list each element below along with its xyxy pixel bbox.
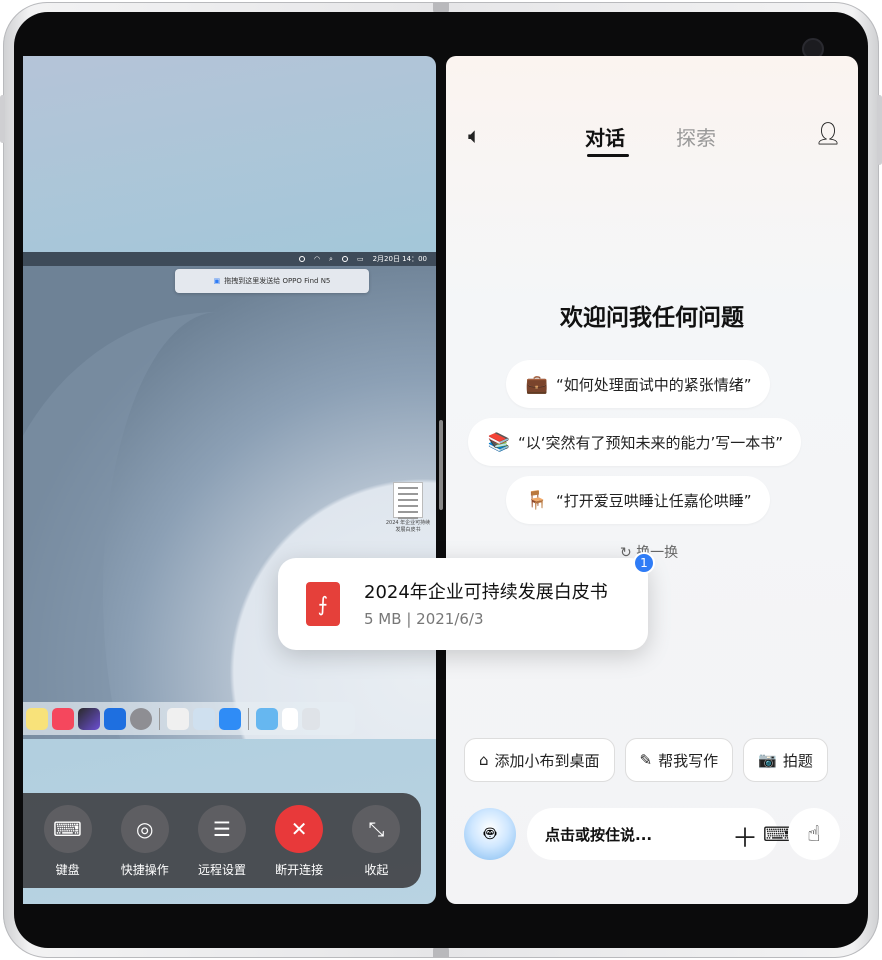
suggestion-item[interactable]: 🪑 “打开爱豆哄睡让任嘉伦哄睡” [506,476,770,524]
preview-app-icon[interactable] [193,707,215,730]
meta-separator: | [406,610,417,628]
user-icon[interactable]: 👤︎ [814,122,842,147]
briefcase-icon: 💼 [525,373,549,395]
suggestion-item[interactable]: 📚 “以‘突然有了预知未来的能力’写一本书” [468,418,802,466]
input-placeholder: 点击或按住说... [545,825,653,844]
add-to-desktop-chip[interactable]: ⌂ 添加小布到桌面 [464,738,615,782]
chip-label: 拍题 [782,751,813,770]
welcome-title: 欢迎问我任何问题 [560,305,744,331]
notes-app-icon[interactable] [26,707,48,730]
tab-explore[interactable]: 探索 [676,122,716,151]
shortcut-button[interactable]: ◎ 快捷操作 [110,805,180,878]
remote-settings-label: 远程设置 [197,863,246,877]
xcode-app-icon[interactable] [104,707,126,730]
sliders-icon: ☰ [197,805,246,853]
power-button [877,95,882,165]
drop-tip-text: 拖拽到这里发送给 OPPO Find N5 [224,277,331,285]
desktop-document-icon[interactable] [393,482,423,519]
control-center-icon[interactable] [298,256,305,262]
tab-chat[interactable]: 对话 [585,122,625,151]
suggestion-text: “打开爱豆哄睡让任嘉伦哄睡” [556,491,752,510]
final-cut-app-icon[interactable] [78,707,100,730]
textedit-app-icon[interactable] [167,707,189,730]
assistant-screen: 🔈︎ 对话 探索 👤︎ 欢迎问我任何问题 💼 “如何处理面试中的紧张情绪” 📚 … [446,56,858,904]
keyboard-label: 键盘 [55,863,80,877]
dragged-file-card[interactable]: ⨍ 2024年企业可持续发展白皮书 5 MB | 2021/6/3 [278,558,648,650]
suggestion-text: “如何处理面试中的紧张情绪” [556,375,752,394]
voice-input-bar[interactable]: 点击或按住说... ＋ ⌨ [527,808,792,860]
chip-label: 帮我写作 [658,751,719,770]
suggestion-item[interactable]: 💼 “如何处理面试中的紧张情绪” [506,360,770,408]
menubar-datetime: 2月20日 14：00 [372,255,427,263]
remote-control-bar: ⌨ 键盘 ◎ 快捷操作 ☰ 远程设置 ✕ 断开连接 ⤡ 收起 [23,793,421,888]
settings-app-icon[interactable] [130,707,152,730]
active-tab-indicator [587,154,629,157]
camera-icon: 📷 [758,751,777,769]
desktop-document-label: 2024 年企业可持续发展白皮书 [385,520,431,533]
pdf-icon: ⨍ [306,582,340,626]
trash-icon[interactable] [302,707,320,730]
volume-button [0,95,5,143]
collapse-icon: ⤡ [352,805,401,853]
chip-label: 添加小布到桌面 [494,751,600,770]
remote-desktop-screen[interactable]: ◠ ⌕ ▭ 2月20日 14：00 ▣ 拖拽到这里发送给 OPPO Find N… [23,56,436,904]
share-icon: ▣ [213,277,221,285]
count-badge: 1 [633,552,655,574]
collapse-button[interactable]: ⤡ 收起 [341,805,411,878]
disconnect-label: 断开连接 [275,863,324,877]
mac-desktop[interactable]: ◠ ⌕ ▭ 2月20日 14：00 ▣ 拖拽到这里发送给 OPPO Find N… [23,252,436,739]
search-icon[interactable]: ⌕ [329,255,333,264]
battery-icon: ▭ [356,255,364,263]
speaker-icon[interactable]: 🔈︎ [468,124,481,149]
quick-chips: ⌂ 添加小布到桌面 ✎ 帮我写作 📷 拍题 [464,738,828,782]
gesture-icon[interactable]: ☝ [788,808,840,860]
photo-question-chip[interactable]: 📷 拍题 [743,738,828,782]
siri-icon[interactable] [341,256,348,262]
wifi-icon[interactable]: ◠ [314,255,320,263]
remote-settings-button[interactable]: ☰ 远程设置 [187,805,257,878]
dock-separator [248,707,249,730]
file-size: 5 MB [364,610,402,628]
file-meta: 5 MB | 2021/6/3 [364,610,484,628]
chair-icon: 🪑 [525,489,549,511]
shortcut-icon: ◎ [120,805,169,853]
mac-dock [23,702,355,735]
unlink-icon: ✕ [275,805,324,853]
shortcut-label: 快捷操作 [120,863,169,877]
document-icon[interactable] [282,707,298,730]
keyboard-button[interactable]: ⌨ 键盘 [33,805,103,878]
connect-app-icon[interactable] [219,707,241,730]
keyboard-icon: ⌨ [43,805,92,853]
disconnect-button[interactable]: ✕ 断开连接 [264,805,334,878]
magic-pen-icon: ✎ [639,751,653,769]
mac-menubar: ◠ ⌕ ▭ 2月20日 14：00 [23,252,436,266]
plus-icon[interactable]: ＋ [732,818,758,855]
assistant-avatar[interactable]: 🤖︎ [464,808,516,860]
music-app-icon[interactable] [52,707,74,730]
file-date: 2021/6/3 [416,610,484,628]
folder-icon[interactable] [256,707,278,730]
assistant-topbar: 🔈︎ 对话 探索 👤︎ [446,116,858,157]
split-handle[interactable] [439,420,443,510]
file-title: 2024年企业可持续发展白皮书 [364,582,608,603]
books-icon: 📚 [487,431,511,453]
wallpaper-wave [23,312,436,739]
dock-separator [159,707,160,730]
suggestion-text: “以‘突然有了预知未来的能力’写一本书” [518,433,784,452]
collapse-label: 收起 [364,863,389,877]
drop-target-tip[interactable]: ▣ 拖拽到这里发送给 OPPO Find N5 [175,269,369,293]
home-add-icon: ⌂ [479,751,489,769]
help-write-chip[interactable]: ✎ 帮我写作 [624,738,734,782]
